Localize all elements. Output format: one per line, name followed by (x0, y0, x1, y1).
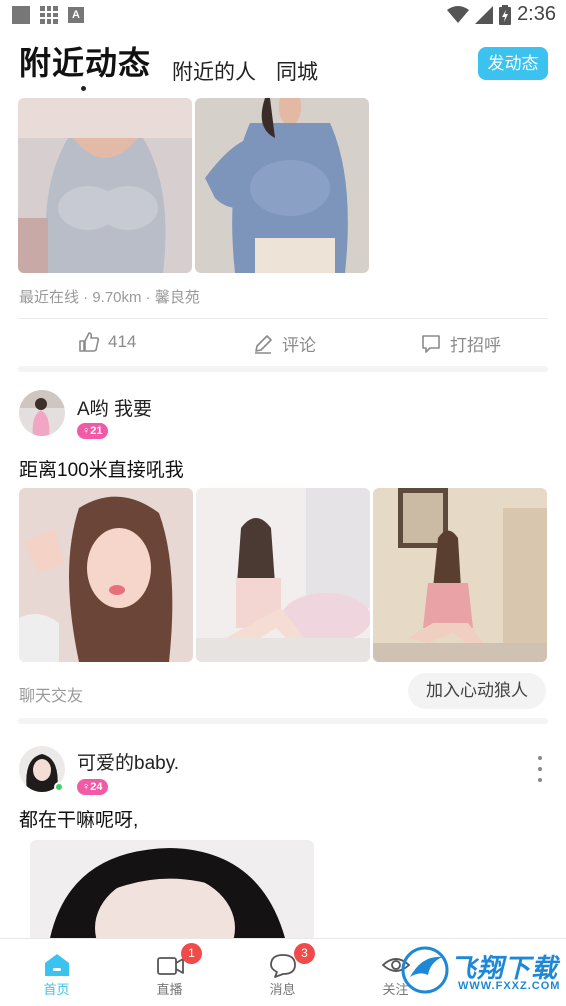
age-value: 24 (90, 781, 103, 793)
age-badge: ♀24 (77, 779, 108, 795)
nav-live-label: 直播 (156, 982, 183, 997)
nav-home[interactable]: 首页 (0, 939, 113, 1006)
greet-button[interactable]: 打招呼 (420, 331, 501, 356)
post-divider (18, 366, 548, 372)
status-time: 2:36 (517, 3, 556, 25)
user-name[interactable]: A哟 我要 (77, 394, 152, 421)
age-value: 21 (90, 425, 103, 437)
battery-icon (499, 4, 512, 25)
post-actions: 414 评论 打招呼 (18, 318, 548, 366)
watermark-url: WWW.FXXZ.COM (458, 980, 561, 992)
wifi-icon (447, 5, 470, 23)
a-icon: A (68, 7, 84, 23)
status-bar: A 2:36 (0, 0, 566, 30)
signal-icon (475, 5, 494, 24)
user-name[interactable]: 可爱的baby. (77, 748, 179, 775)
post-tag[interactable]: 聊天交友 (19, 682, 83, 706)
tab-nearby-feed[interactable]: 附近动态 (19, 38, 151, 84)
join-group-button[interactable]: 加入心动狼人 (408, 673, 546, 709)
active-tab-indicator (81, 86, 86, 91)
nav-messages-label: 消息 (269, 982, 296, 997)
grid-icon (40, 6, 58, 24)
status-right-icons: 2:36 (447, 3, 556, 26)
messages-badge: 3 (294, 943, 315, 964)
post-photo[interactable] (19, 488, 193, 662)
top-header: 附近动态 附近的人 同城 发动态 (0, 30, 566, 92)
thumbs-up-icon (79, 332, 100, 352)
like-count: 414 (108, 332, 137, 351)
comment-label: 评论 (282, 336, 316, 355)
tab-nearby-people[interactable]: 附近的人 (172, 56, 256, 86)
watermark-bird-icon (401, 946, 449, 994)
chat-square-icon (422, 334, 440, 353)
notification-square-icon (12, 6, 30, 24)
post-divider (18, 718, 548, 724)
post-photo[interactable] (195, 98, 369, 273)
like-button[interactable]: 414 (78, 331, 136, 353)
more-options-icon[interactable] (535, 756, 545, 782)
age-badge: ♀21 (77, 423, 108, 439)
avatar[interactable] (19, 390, 65, 436)
nav-live[interactable]: 1 直播 (113, 939, 226, 1006)
comment-button[interactable]: 评论 (252, 331, 316, 356)
post-text: 都在干嘛呢呀, (19, 810, 139, 831)
post-photo[interactable] (373, 488, 547, 662)
post-text: 距离100米直接吼我 (19, 460, 184, 481)
greet-label: 打招呼 (450, 336, 501, 355)
post-meta: 最近在线 · 9.70km · 馨良苑 (19, 289, 200, 306)
home-icon (45, 954, 69, 976)
pencil-icon (255, 334, 272, 354)
feed-list[interactable]: 最近在线 · 9.70km · 馨良苑 414 评论 打招呼 A哟 我要 ♀21… (0, 92, 566, 938)
post-photo[interactable] (30, 840, 314, 938)
live-badge: 1 (181, 943, 202, 964)
nav-messages[interactable]: 3 消息 (226, 939, 339, 1006)
tab-same-city[interactable]: 同城 (276, 56, 318, 86)
watermark-logo: 飞翔下载 WWW.FXXZ.COM (398, 942, 566, 998)
online-status-dot (54, 782, 64, 792)
status-left-icons: A (12, 6, 84, 24)
post-photo[interactable] (196, 488, 370, 662)
post-moment-button[interactable]: 发动态 (478, 47, 548, 80)
nav-home-label: 首页 (43, 982, 70, 997)
post-photo[interactable] (18, 98, 192, 273)
